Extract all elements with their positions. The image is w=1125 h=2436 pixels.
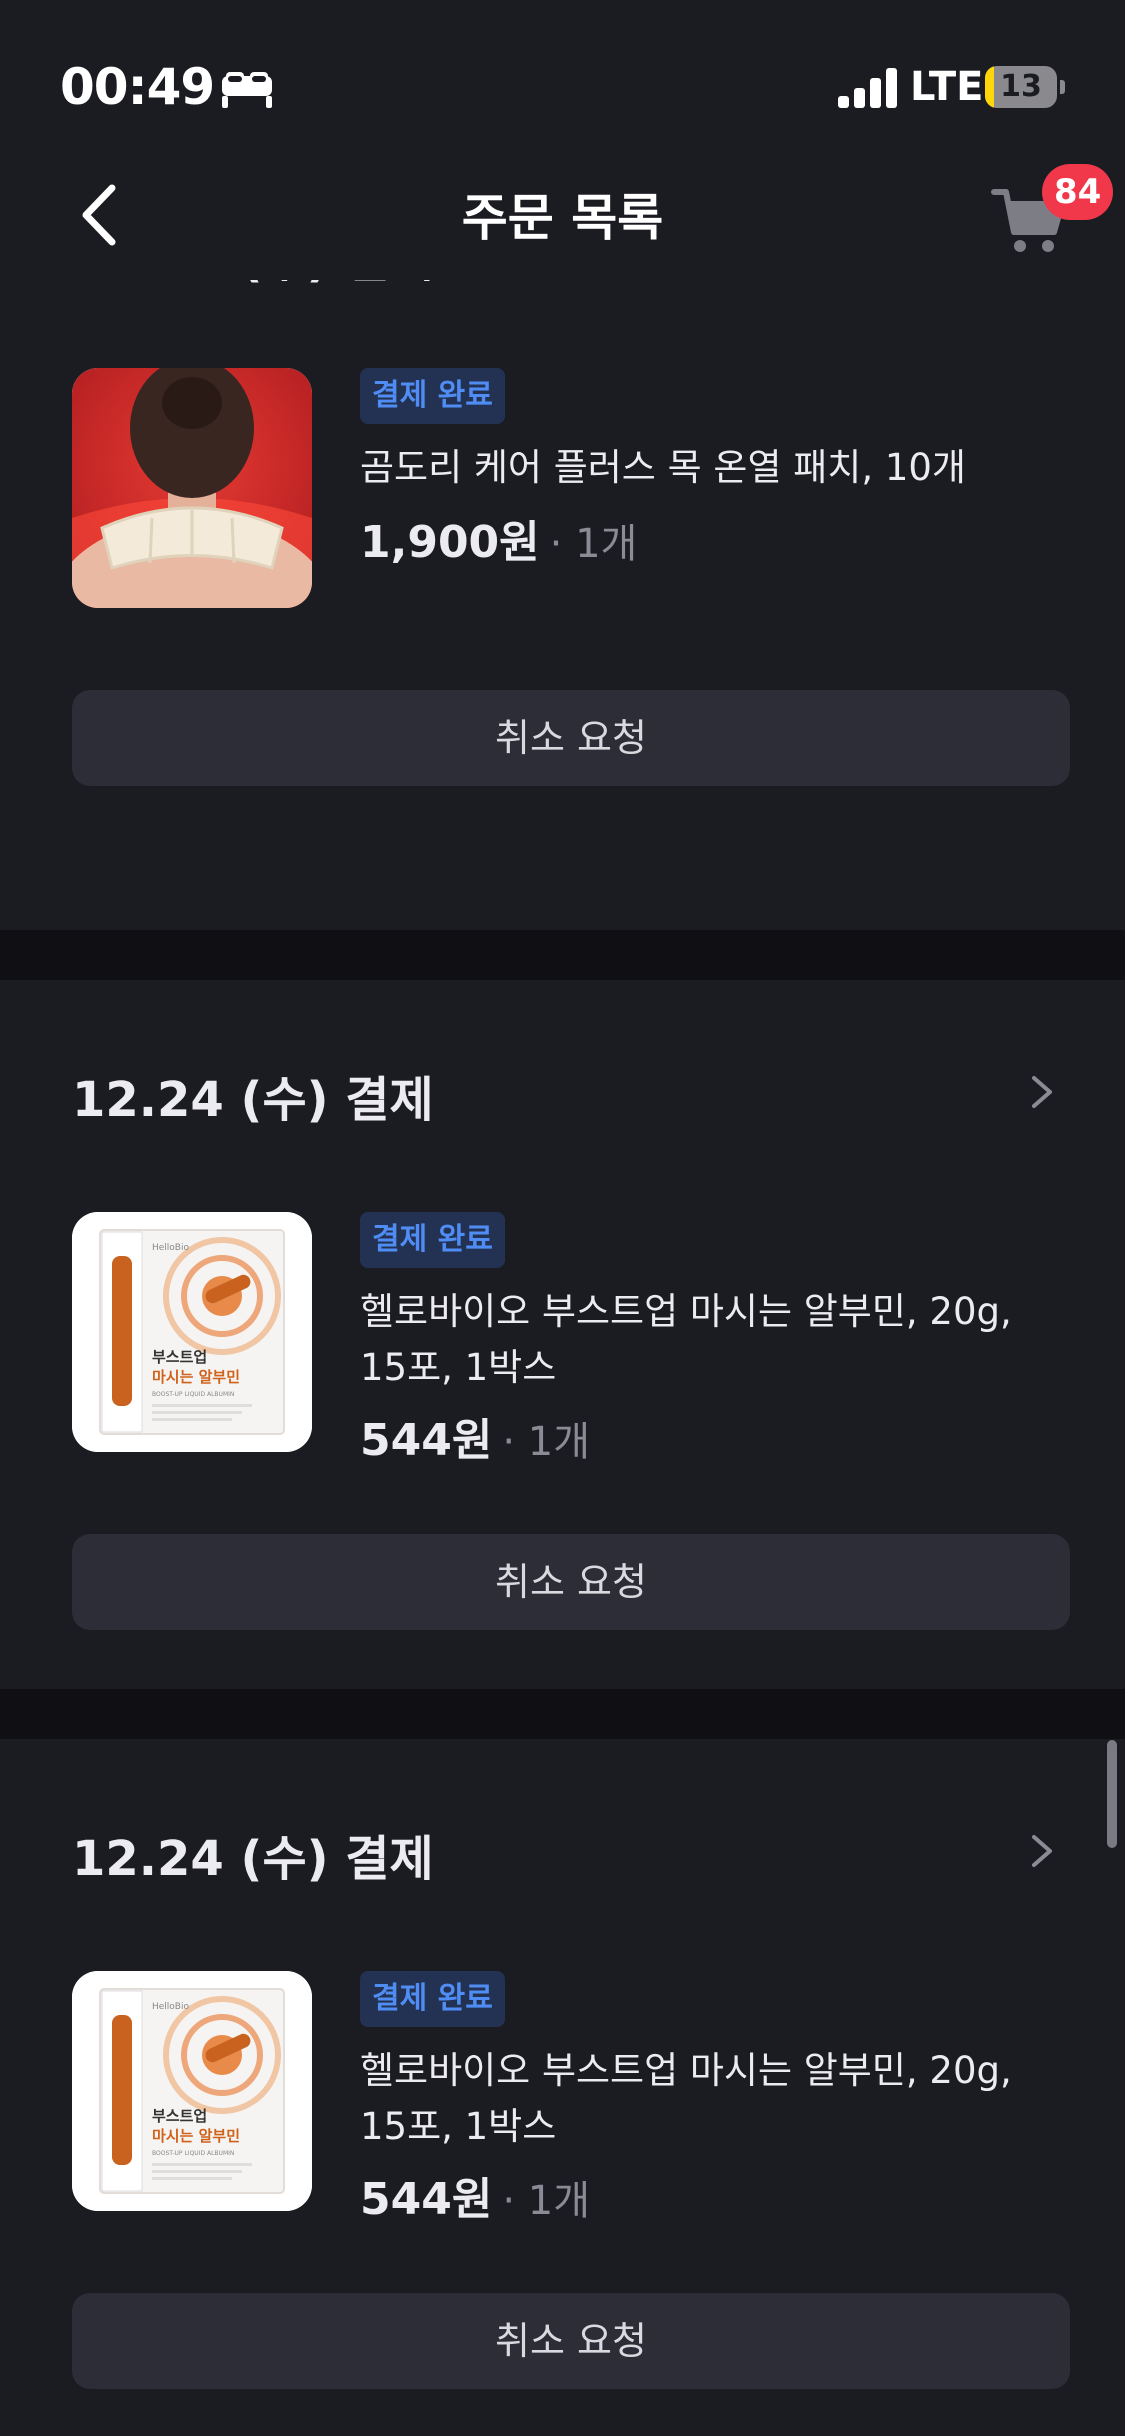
price-value: 544원: [360, 2174, 493, 2225]
product-quantity: · 1개: [502, 1419, 591, 1465]
product-name[interactable]: 헬로바이오 부스트업 마시는 알부민, 20g, 15포, 1박스: [360, 2043, 1060, 2155]
order-card: 12.24 (수) 결제 HelloBio 부스트업 마시는 알부민 BOOST…: [0, 980, 1125, 1670]
order-status-badge: 결제 완료: [360, 1971, 505, 2027]
section-divider: [0, 1689, 1125, 1739]
thumb-subtitle: 마시는 알부민: [152, 1368, 240, 1386]
thumb-subtitle: 마시는 알부민: [152, 2127, 240, 2145]
order-status-badge: 결제 완료: [360, 1212, 505, 1268]
order-date: 12.24 (수) 결제: [72, 1831, 434, 1887]
product-price: 544원 · 1개: [360, 2163, 590, 2227]
price-value: 1,900원: [360, 517, 540, 568]
cart-count-badge: 84: [1042, 164, 1114, 220]
order-status-badge: 결제 완료: [360, 368, 505, 424]
scrollbar[interactable]: [1107, 1740, 1117, 1848]
thumb-title: 부스트업: [152, 2107, 207, 2125]
status-bar: 00:49 LTE 13: [0, 0, 1125, 150]
order-list: 12.24 (수) 결제: [0, 280, 1125, 2436]
status-time: 00:49: [60, 58, 215, 116]
order-card: 12.24 (수) 결제 HelloBio 부스트업 마시는 알부민 BOOST…: [0, 1739, 1125, 2429]
battery-charging-icon: 13: [985, 66, 1065, 108]
thumb-title: 부스트업: [152, 1348, 207, 1366]
network-label: LTE: [910, 64, 984, 110]
thumb-english: BOOST-UP LIQUID ALBUMIN: [152, 2150, 234, 2157]
product-price: 544원 · 1개: [360, 1404, 590, 1468]
thumb-english: BOOST-UP LIQUID ALBUMIN: [152, 1391, 234, 1398]
product-price: 1,900원 · 1개: [360, 506, 637, 570]
product-quantity: · 1개: [502, 2178, 591, 2224]
order-date: 12.24 (수) 결제: [72, 1072, 434, 1128]
product-name[interactable]: 곰도리 케어 플러스 목 온열 패치, 10개: [360, 440, 1060, 496]
chevron-right-icon[interactable]: [1030, 1072, 1054, 1112]
cancel-request-button[interactable]: 취소 요청: [72, 2293, 1070, 2389]
sleep-focus-icon: [222, 72, 272, 108]
albumin-box-image[interactable]: HelloBio 부스트업 마시는 알부민 BOOST-UP LIQUID AL…: [72, 1212, 312, 1452]
page-title: 주문 목록: [461, 189, 664, 247]
thumb-brand: HelloBio: [152, 2002, 189, 2012]
order-card: 12.24 (수) 결제: [0, 280, 1125, 886]
chevron-right-icon[interactable]: [1030, 1831, 1054, 1871]
price-value: 544원: [360, 1415, 493, 1466]
cancel-request-button[interactable]: 취소 요청: [72, 1534, 1070, 1630]
cancel-request-button[interactable]: 취소 요청: [72, 690, 1070, 786]
battery-level: 13: [1000, 69, 1042, 104]
nav-bar: 주문 목록: [0, 150, 1125, 280]
albumin-box-image[interactable]: HelloBio 부스트업 마시는 알부민 BOOST-UP LIQUID AL…: [72, 1971, 312, 2211]
thumb-brand: HelloBio: [152, 1243, 189, 1253]
section-divider: [0, 930, 1125, 980]
product-quantity: · 1개: [549, 521, 638, 567]
signal-icon: [838, 68, 897, 108]
neck-patch-image[interactable]: [72, 368, 312, 608]
product-name[interactable]: 헬로바이오 부스트업 마시는 알부민, 20g, 15포, 1박스: [360, 1284, 1060, 1396]
order-date: 12.24 (수) 결제: [72, 280, 434, 290]
